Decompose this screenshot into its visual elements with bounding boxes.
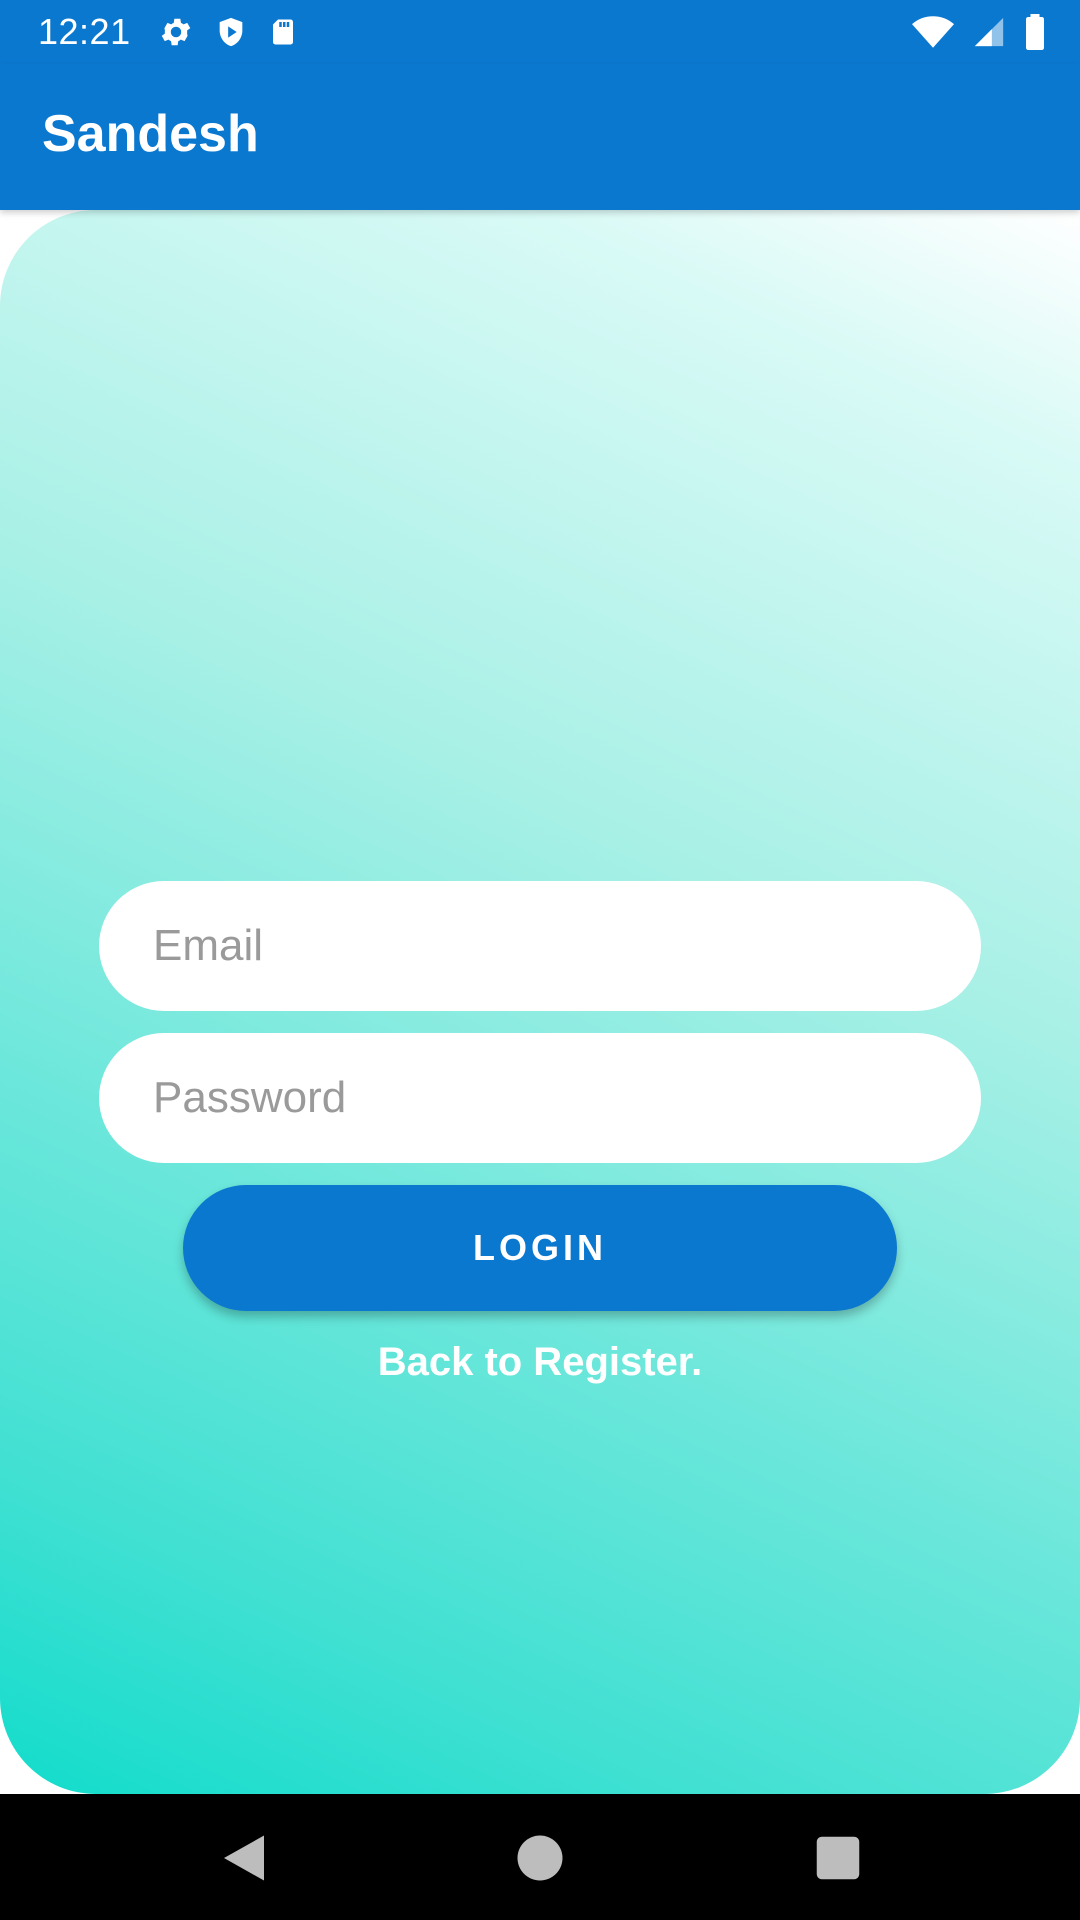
back-to-register-link[interactable]: Back to Register. xyxy=(0,1340,1080,1385)
status-icons-left xyxy=(158,14,298,50)
recents-square-icon[interactable] xyxy=(808,1828,868,1888)
email-input[interactable] xyxy=(99,881,981,1011)
battery-icon xyxy=(1026,14,1044,50)
settings-gear-icon xyxy=(161,18,191,46)
login-panel: LOGIN Back to Register. xyxy=(0,210,1080,1794)
password-field-container xyxy=(99,1033,981,1163)
login-button[interactable]: LOGIN xyxy=(183,1185,897,1311)
status-icons-right xyxy=(912,14,1046,50)
wifi-icon xyxy=(912,16,954,48)
home-circle-icon[interactable] xyxy=(510,1828,570,1888)
sd-card-icon xyxy=(273,19,293,45)
app-bar: Sandesh xyxy=(0,64,1080,210)
email-field-container xyxy=(99,881,981,1011)
status-bar: 12:21 xyxy=(0,0,1080,64)
password-input[interactable] xyxy=(99,1033,981,1163)
navigation-bar xyxy=(0,1794,1080,1920)
shield-icon xyxy=(219,17,243,47)
status-time: 12:21 xyxy=(38,11,131,52)
cell-signal-icon xyxy=(974,17,1004,47)
app-title: Sandesh xyxy=(42,105,259,163)
back-triangle-icon[interactable] xyxy=(214,1828,274,1888)
